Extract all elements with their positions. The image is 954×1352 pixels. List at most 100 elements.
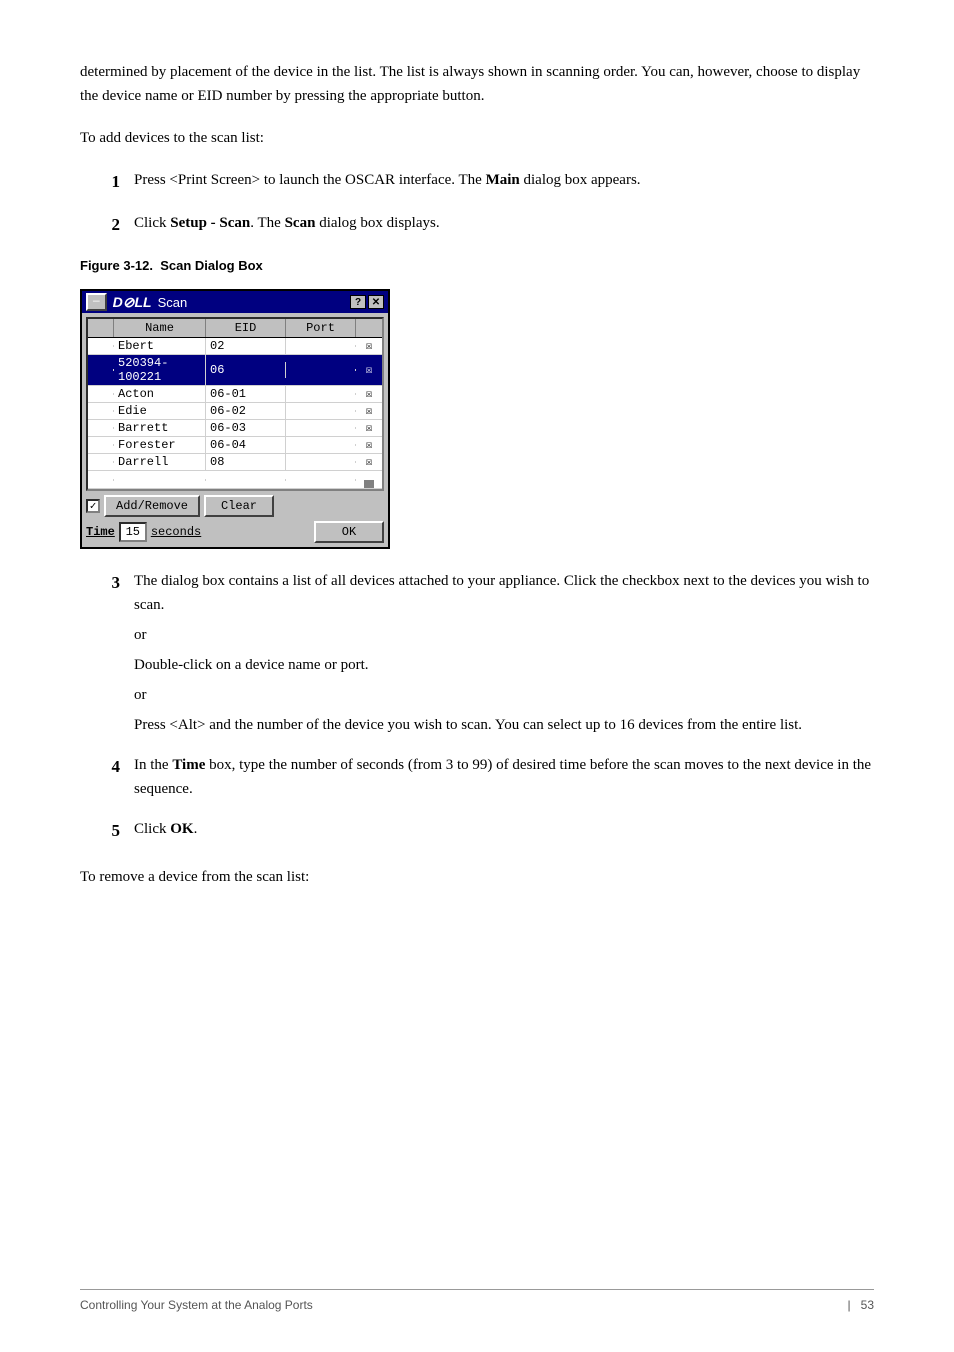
row-cb[interactable]: ☒ <box>356 420 382 436</box>
row-name: Edie <box>114 403 206 419</box>
steps-list: 1 Press <Print Screen> to launch the OSC… <box>80 168 874 238</box>
row-eid: 08 <box>206 454 286 470</box>
steps-list-2: 3 The dialog box contains a list of all … <box>80 569 874 844</box>
seconds-label: seconds <box>151 525 201 539</box>
add-remove-checkbox[interactable]: ✓ <box>86 499 100 513</box>
row-name: Acton <box>114 386 206 402</box>
table-row[interactable]: Acton 06-01 ☒ <box>88 386 382 403</box>
step-2: 2 Click Setup - Scan. The Scan dialog bo… <box>80 211 874 238</box>
figure-label: Figure 3-12. Scan Dialog Box <box>80 258 874 273</box>
header-scroll <box>356 319 382 337</box>
row-check[interactable] <box>88 444 114 446</box>
row-port <box>286 393 356 395</box>
footer: Controlling Your System at the Analog Po… <box>80 1289 874 1312</box>
ok-button[interactable]: OK <box>314 521 384 543</box>
table-row[interactable]: Edie 06-02 ☒ <box>88 403 382 420</box>
step-5: 5 Click OK. <box>80 817 874 844</box>
step-1-bold: Main <box>486 172 520 188</box>
close-btn[interactable]: ✕ <box>368 295 384 309</box>
row-port <box>286 461 356 463</box>
time-input[interactable] <box>119 522 147 542</box>
scan-table-wrapper: Name EID Port Ebert 02 ☒ <box>86 317 384 491</box>
row-eid: 02 <box>206 338 286 354</box>
figure-title-text: Scan Dialog Box <box>160 258 263 273</box>
ok-label: OK <box>342 525 356 539</box>
time-label: Time <box>86 525 115 539</box>
table-row[interactable]: 520394-100221 06 ☒ <box>88 355 382 386</box>
header-name: Name <box>114 319 206 337</box>
add-remove-label: Add/Remove <box>116 499 188 513</box>
step-3-sub1: Double-click on a device name or port. <box>134 653 874 677</box>
table-row[interactable]: Barrett 06-03 ☒ <box>88 420 382 437</box>
step-4-num: 4 <box>80 753 120 780</box>
dialog-wrapper: — D⊘LL Scan ? ✕ Name EID <box>80 289 390 549</box>
clear-label: Clear <box>221 499 257 513</box>
step-3-or1: or <box>134 623 874 647</box>
step-2-content: Click Setup - Scan. The Scan dialog box … <box>134 211 874 235</box>
step-5-bold: OK <box>170 821 193 837</box>
table-row[interactable]: Ebert 02 ☒ <box>88 338 382 355</box>
row-check[interactable] <box>88 410 114 412</box>
step-5-content: Click OK. <box>134 817 874 841</box>
step-3-content: The dialog box contains a list of all de… <box>134 569 874 737</box>
titlebar-right: ? ✕ <box>350 295 384 309</box>
page-content: determined by placement of the device in… <box>80 60 874 889</box>
step-1-num: 1 <box>80 168 120 195</box>
step-3-num: 3 <box>80 569 120 596</box>
row-port <box>286 427 356 429</box>
header-check <box>88 319 114 337</box>
row-cb[interactable]: ☒ <box>356 403 382 419</box>
minimize-btn[interactable]: — <box>86 293 107 311</box>
row-port <box>286 444 356 446</box>
row-eid: 06-02 <box>206 403 286 419</box>
clear-button[interactable]: Clear <box>204 495 274 517</box>
row-cb[interactable]: ☒ <box>356 362 382 378</box>
help-btn[interactable]: ? <box>350 295 366 309</box>
titlebar-left: — D⊘LL Scan <box>86 293 187 311</box>
row-eid: 06 <box>206 362 286 378</box>
scan-table-header: Name EID Port <box>88 319 382 338</box>
dialog-titlebar: — D⊘LL Scan ? ✕ <box>82 291 388 313</box>
step-2-bold2: Scan <box>285 215 316 231</box>
row-name: Forester <box>114 437 206 453</box>
row-check[interactable] <box>88 345 114 347</box>
figure-label-text: Figure 3-12. <box>80 258 153 273</box>
dialog-bottom-row1: ✓ Add/Remove Clear <box>86 495 384 517</box>
row-cb[interactable]: ☒ <box>356 386 382 402</box>
footer-left: Controlling Your System at the Analog Po… <box>80 1298 313 1312</box>
row-check[interactable] <box>88 369 114 371</box>
step-2-num: 2 <box>80 211 120 238</box>
intro-text2: To add devices to the scan list: <box>80 126 874 150</box>
row-cb[interactable]: ☒ <box>356 338 382 354</box>
row-port <box>286 410 356 412</box>
table-row-empty <box>88 471 382 489</box>
row-cb[interactable]: ☒ <box>356 454 382 470</box>
add-remove-button[interactable]: Add/Remove <box>104 495 200 517</box>
intro-text: determined by placement of the device in… <box>80 60 874 108</box>
step-3-sub2: Press <Alt> and the number of the device… <box>134 713 874 737</box>
dell-logo: D⊘LL <box>113 294 152 311</box>
table-row[interactable]: Forester 06-04 ☒ <box>88 437 382 454</box>
footer-sep: | <box>848 1298 851 1312</box>
step-4-bold: Time <box>172 757 205 773</box>
table-row[interactable]: Darrell 08 ☒ <box>88 454 382 471</box>
row-name: Darrell <box>114 454 206 470</box>
step-1: 1 Press <Print Screen> to launch the OSC… <box>80 168 874 195</box>
header-eid: EID <box>206 319 286 337</box>
row-name: Barrett <box>114 420 206 436</box>
footer-page: | 53 <box>848 1298 874 1312</box>
header-port: Port <box>286 319 356 337</box>
step-4-content: In the Time box, type the number of seco… <box>134 753 874 801</box>
row-cb[interactable]: ☒ <box>356 437 382 453</box>
dialog-title: Scan <box>158 295 188 310</box>
scan-dialog[interactable]: — D⊘LL Scan ? ✕ Name EID <box>80 289 390 549</box>
step-4: 4 In the Time box, type the number of se… <box>80 753 874 801</box>
step-5-num: 5 <box>80 817 120 844</box>
row-check[interactable] <box>88 427 114 429</box>
step-3-or2: or <box>134 683 874 707</box>
step-3: 3 The dialog box contains a list of all … <box>80 569 874 737</box>
row-check[interactable] <box>88 461 114 463</box>
step-2-bold1: Setup - Scan <box>170 215 250 231</box>
row-check[interactable] <box>88 393 114 395</box>
row-name: Ebert <box>114 338 206 354</box>
